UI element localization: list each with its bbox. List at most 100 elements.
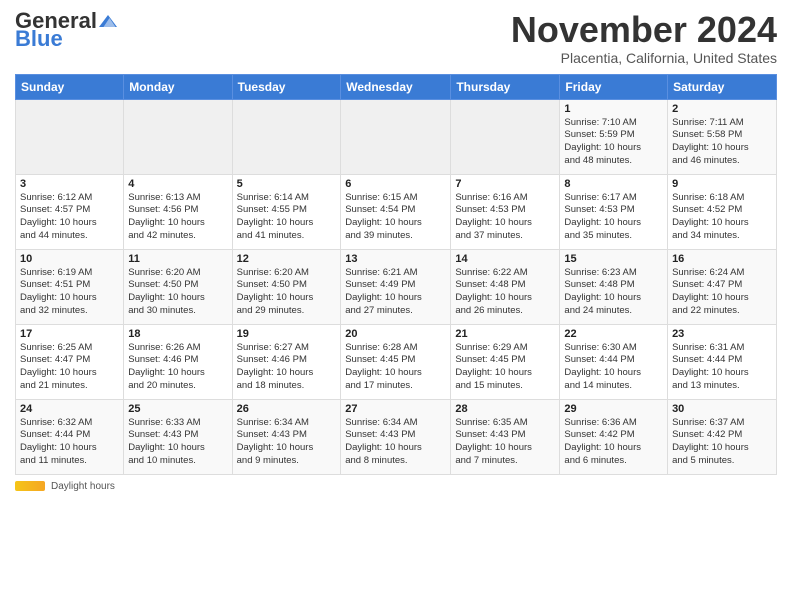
logo-blue-text: Blue <box>15 28 63 50</box>
day-number: 19 <box>237 328 337 340</box>
calendar-cell: 18Sunrise: 6:26 AMSunset: 4:46 PMDayligh… <box>124 324 232 399</box>
calendar-cell <box>451 99 560 174</box>
day-info: Sunrise: 6:20 AMSunset: 4:50 PMDaylight:… <box>237 267 337 318</box>
calendar-cell <box>16 99 124 174</box>
col-sunday: Sunday <box>16 74 124 99</box>
header: General Blue November 2024 Placentia, Ca… <box>15 10 777 66</box>
calendar-table: Sunday Monday Tuesday Wednesday Thursday… <box>15 74 777 475</box>
footer: Daylight hours <box>15 481 777 492</box>
day-info: Sunrise: 6:31 AMSunset: 4:44 PMDaylight:… <box>672 342 772 393</box>
calendar-cell: 6 Sunrise: 6:15 AMSunset: 4:54 PMDaylight… <box>341 174 451 249</box>
calendar-cell: 25Sunrise: 6:33 AMSunset: 4:43 PMDayligh… <box>124 399 232 474</box>
day-number: 1 <box>564 103 663 115</box>
day-info: Sunrise: 6:14 AMSunset: 4:55 PMDaylight:… <box>237 192 337 243</box>
calendar-cell: 17Sunrise: 6:25 AMSunset: 4:47 PMDayligh… <box>16 324 124 399</box>
calendar-cell: 3 Sunrise: 6:12 AMSunset: 4:57 PMDaylight… <box>16 174 124 249</box>
calendar-cell: 11 Sunrise: 6:20 AMSunset: 4:50 PMDayligh… <box>124 249 232 324</box>
calendar-cell: 5 Sunrise: 6:14 AMSunset: 4:55 PMDaylight… <box>232 174 341 249</box>
calendar-cell: 24 Sunrise: 6:32 AMSunset: 4:44 PMDayligh… <box>16 399 124 474</box>
day-info: Sunrise: 6:22 AMSunset: 4:48 PMDaylight:… <box>455 267 555 318</box>
calendar-cell <box>341 99 451 174</box>
day-info: Sunrise: 6:20 AMSunset: 4:50 PMDaylight:… <box>128 267 227 318</box>
day-info: Sunrise: 6:34 AMSunset: 4:43 PMDaylight:… <box>237 417 337 468</box>
day-number: 28 <box>455 403 555 415</box>
day-info: Sunrise: 6:15 AMSunset: 4:54 PMDaylight:… <box>345 192 446 243</box>
day-info: Sunrise: 6:16 AMSunset: 4:53 PMDaylight:… <box>455 192 555 243</box>
logo: General Blue <box>15 10 117 50</box>
calendar-week-row: 17Sunrise: 6:25 AMSunset: 4:47 PMDayligh… <box>16 324 777 399</box>
day-number: 6 <box>345 178 446 190</box>
col-saturday: Saturday <box>668 74 777 99</box>
calendar-header-row: Sunday Monday Tuesday Wednesday Thursday… <box>16 74 777 99</box>
day-number: 3 <box>20 178 119 190</box>
calendar-cell: 4Sunrise: 6:13 AMSunset: 4:56 PMDaylight… <box>124 174 232 249</box>
calendar-cell: 12 Sunrise: 6:20 AMSunset: 4:50 PMDayligh… <box>232 249 341 324</box>
calendar-cell: 27 Sunrise: 6:34 AMSunset: 4:43 PMDayligh… <box>341 399 451 474</box>
calendar-cell: 28 Sunrise: 6:35 AMSunset: 4:43 PMDayligh… <box>451 399 560 474</box>
calendar-cell: 16 Sunrise: 6:24 AMSunset: 4:47 PMDayligh… <box>668 249 777 324</box>
day-number: 29 <box>564 403 663 415</box>
day-info: Sunrise: 6:12 AMSunset: 4:57 PMDaylight:… <box>20 192 119 243</box>
day-info: Sunrise: 7:10 AMSunset: 5:59 PMDaylight:… <box>564 117 663 168</box>
page: General Blue November 2024 Placentia, Ca… <box>0 0 792 612</box>
calendar-cell: 15Sunrise: 6:23 AMSunset: 4:48 PMDayligh… <box>560 249 668 324</box>
calendar-cell: 19 Sunrise: 6:27 AMSunset: 4:46 PMDayligh… <box>232 324 341 399</box>
day-info: Sunrise: 6:27 AMSunset: 4:46 PMDaylight:… <box>237 342 337 393</box>
day-info: Sunrise: 6:33 AMSunset: 4:43 PMDaylight:… <box>128 417 227 468</box>
daylight-label: Daylight hours <box>51 481 115 492</box>
day-info: Sunrise: 6:21 AMSunset: 4:49 PMDaylight:… <box>345 267 446 318</box>
daylight-bar-icon <box>15 481 45 491</box>
logo-icon <box>99 12 117 30</box>
day-info: Sunrise: 6:18 AMSunset: 4:52 PMDaylight:… <box>672 192 772 243</box>
day-number: 22 <box>564 328 663 340</box>
day-number: 2 <box>672 103 772 115</box>
calendar-cell: 8Sunrise: 6:17 AMSunset: 4:53 PMDaylight… <box>560 174 668 249</box>
day-info: Sunrise: 6:30 AMSunset: 4:44 PMDaylight:… <box>564 342 663 393</box>
month-title: November 2024 <box>511 10 777 50</box>
day-number: 12 <box>237 253 337 265</box>
calendar-cell <box>124 99 232 174</box>
day-number: 9 <box>672 178 772 190</box>
col-thursday: Thursday <box>451 74 560 99</box>
day-info: Sunrise: 6:32 AMSunset: 4:44 PMDaylight:… <box>20 417 119 468</box>
day-info: Sunrise: 6:23 AMSunset: 4:48 PMDaylight:… <box>564 267 663 318</box>
calendar-cell: 29 Sunrise: 6:36 AMSunset: 4:42 PMDayligh… <box>560 399 668 474</box>
calendar-cell: 1 Sunrise: 7:10 AMSunset: 5:59 PMDaylight… <box>560 99 668 174</box>
day-number: 14 <box>455 253 555 265</box>
day-info: Sunrise: 6:37 AMSunset: 4:42 PMDaylight:… <box>672 417 772 468</box>
day-info: Sunrise: 6:35 AMSunset: 4:43 PMDaylight:… <box>455 417 555 468</box>
calendar-cell: 21 Sunrise: 6:29 AMSunset: 4:45 PMDayligh… <box>451 324 560 399</box>
calendar-cell: 2 Sunrise: 7:11 AMSunset: 5:58 PMDaylight… <box>668 99 777 174</box>
calendar-cell: 26 Sunrise: 6:34 AMSunset: 4:43 PMDayligh… <box>232 399 341 474</box>
day-info: Sunrise: 6:34 AMSunset: 4:43 PMDaylight:… <box>345 417 446 468</box>
calendar-cell: 22 Sunrise: 6:30 AMSunset: 4:44 PMDayligh… <box>560 324 668 399</box>
day-info: Sunrise: 6:28 AMSunset: 4:45 PMDaylight:… <box>345 342 446 393</box>
day-info: Sunrise: 6:17 AMSunset: 4:53 PMDaylight:… <box>564 192 663 243</box>
day-info: Sunrise: 6:24 AMSunset: 4:47 PMDaylight:… <box>672 267 772 318</box>
day-number: 26 <box>237 403 337 415</box>
day-number: 30 <box>672 403 772 415</box>
calendar-cell: 7 Sunrise: 6:16 AMSunset: 4:53 PMDaylight… <box>451 174 560 249</box>
day-number: 20 <box>345 328 446 340</box>
day-number: 11 <box>128 253 227 265</box>
day-number: 13 <box>345 253 446 265</box>
calendar-week-row: 10Sunrise: 6:19 AMSunset: 4:51 PMDayligh… <box>16 249 777 324</box>
day-number: 21 <box>455 328 555 340</box>
day-number: 24 <box>20 403 119 415</box>
day-number: 27 <box>345 403 446 415</box>
calendar-cell <box>232 99 341 174</box>
day-number: 16 <box>672 253 772 265</box>
day-info: Sunrise: 6:36 AMSunset: 4:42 PMDaylight:… <box>564 417 663 468</box>
day-number: 5 <box>237 178 337 190</box>
day-number: 7 <box>455 178 555 190</box>
day-number: 23 <box>672 328 772 340</box>
calendar-week-row: 1 Sunrise: 7:10 AMSunset: 5:59 PMDaylight… <box>16 99 777 174</box>
day-info: Sunrise: 6:19 AMSunset: 4:51 PMDaylight:… <box>20 267 119 318</box>
calendar-cell: 23 Sunrise: 6:31 AMSunset: 4:44 PMDayligh… <box>668 324 777 399</box>
calendar-week-row: 3 Sunrise: 6:12 AMSunset: 4:57 PMDaylight… <box>16 174 777 249</box>
calendar-week-row: 24 Sunrise: 6:32 AMSunset: 4:44 PMDayligh… <box>16 399 777 474</box>
day-info: Sunrise: 6:26 AMSunset: 4:46 PMDaylight:… <box>128 342 227 393</box>
day-info: Sunrise: 6:13 AMSunset: 4:56 PMDaylight:… <box>128 192 227 243</box>
day-info: Sunrise: 6:29 AMSunset: 4:45 PMDaylight:… <box>455 342 555 393</box>
day-info: Sunrise: 7:11 AMSunset: 5:58 PMDaylight:… <box>672 117 772 168</box>
